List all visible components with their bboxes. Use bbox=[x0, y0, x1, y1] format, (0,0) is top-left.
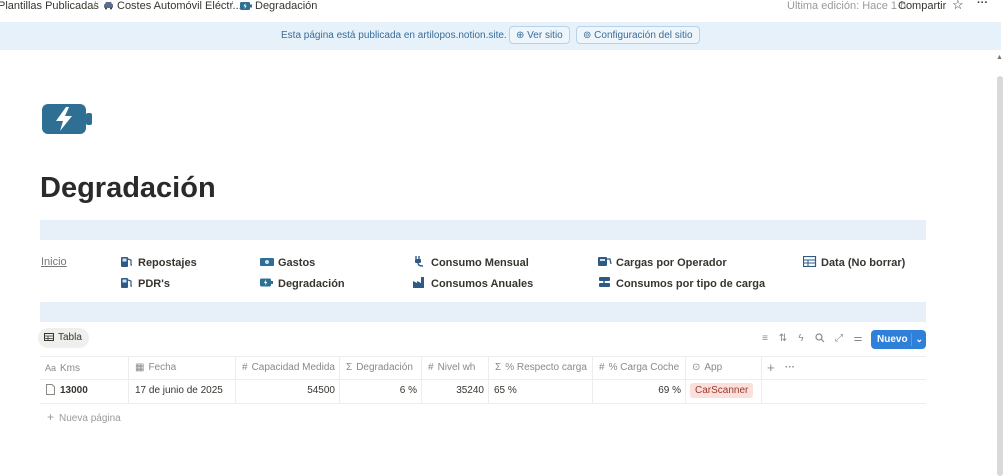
nav-link-inicio[interactable]: Inicio bbox=[41, 256, 67, 268]
globe-icon: ⊕ bbox=[516, 30, 525, 41]
expand-icon[interactable]: ⤢ bbox=[833, 333, 845, 345]
charger-icon bbox=[599, 277, 610, 287]
column-divider bbox=[761, 380, 762, 403]
column-divider bbox=[685, 357, 686, 379]
button-divider bbox=[911, 333, 912, 346]
callout-band-top bbox=[40, 220, 926, 240]
formula-type-icon: Σ bbox=[346, 362, 353, 373]
scroll-up-arrow[interactable]: ▲ bbox=[996, 54, 1003, 61]
breadcrumb-separator: / bbox=[93, 0, 97, 12]
column-divider bbox=[488, 380, 489, 403]
ellipsis-icon[interactable]: ··· bbox=[977, 0, 988, 10]
column-divider bbox=[128, 357, 129, 379]
column-header-carga[interactable]: #% Carga Coche bbox=[599, 357, 679, 379]
page-icon bbox=[46, 384, 55, 395]
column-divider bbox=[339, 357, 340, 379]
money-icon bbox=[260, 258, 274, 266]
plug-icon bbox=[415, 256, 424, 267]
settings-icon[interactable]: ⚌ bbox=[852, 333, 864, 345]
table-icon bbox=[803, 256, 817, 267]
chevron-down-icon[interactable]: ⌄ bbox=[915, 330, 923, 349]
cell-kms[interactable]: 13000 bbox=[46, 380, 88, 402]
nav-link-consumos-anuales[interactable]: Consumos Anuales bbox=[413, 277, 533, 290]
breadcrumb-separator: / bbox=[230, 0, 234, 12]
fuel-pump-icon bbox=[121, 278, 132, 288]
nav-link-pdrs[interactable]: PDR's bbox=[120, 277, 170, 290]
plus-icon: + bbox=[47, 410, 55, 424]
callout-band-bottom bbox=[40, 302, 926, 322]
star-icon[interactable]: ☆ bbox=[952, 0, 964, 11]
view-site-button[interactable]: ⊕ Ver sitio bbox=[509, 26, 570, 44]
calendar-icon: ▦ bbox=[135, 362, 145, 373]
published-banner: Esta página está publicada en artilopos.… bbox=[0, 22, 1001, 50]
column-options-icon[interactable]: ··· bbox=[785, 357, 795, 379]
column-header-respecto[interactable]: Σ% Respecto carga bbox=[495, 357, 587, 379]
breadcrumb-item-costes[interactable]: Costes Automóvil Eléctr... bbox=[103, 0, 242, 13]
table-icon bbox=[44, 333, 54, 341]
factory-icon bbox=[413, 277, 424, 288]
column-header-nivel[interactable]: # Nivel wh bbox=[428, 357, 475, 379]
automation-icon[interactable]: ϟ bbox=[795, 333, 807, 345]
nav-link-consumo-mensual[interactable]: Consumo Mensual bbox=[413, 256, 529, 269]
scrollbar[interactable]: ▲ bbox=[996, 54, 1003, 476]
nav-link-consumos-tipo-carga[interactable]: Consumos por tipo de carga bbox=[598, 277, 765, 290]
charging-station-icon bbox=[598, 257, 612, 266]
battery-charging-icon[interactable] bbox=[42, 104, 94, 134]
nav-link-cargas-operador[interactable]: Cargas por Operador bbox=[598, 256, 727, 269]
scrollbar-thumb[interactable] bbox=[997, 76, 1003, 476]
column-header-kms[interactable]: Aa Kms bbox=[45, 357, 80, 379]
fuel-pump-icon bbox=[121, 257, 132, 267]
new-page-button[interactable]: + Nueva página bbox=[47, 410, 121, 424]
nav-link-repostajes[interactable]: Repostajes bbox=[120, 256, 197, 269]
top-bar: Plantillas Publicadas / Costes Automóvil… bbox=[0, 0, 1005, 14]
cell-nivel[interactable]: 35240 bbox=[422, 380, 484, 402]
number-type-icon: # bbox=[599, 362, 605, 373]
car-icon bbox=[104, 2, 113, 10]
column-header-fecha[interactable]: ▦ Fecha bbox=[135, 357, 176, 379]
tab-tabla[interactable]: Tabla bbox=[38, 328, 89, 348]
column-divider bbox=[488, 357, 489, 379]
nav-link-gastos[interactable]: Gastos bbox=[260, 256, 315, 269]
cell-fecha[interactable]: 17 de junio de 2025 bbox=[135, 380, 223, 402]
banner-message: Esta página está publicada en artilopos.… bbox=[281, 30, 507, 41]
settings-icon: ⊚ bbox=[583, 30, 592, 41]
column-header-app[interactable]: ⊙ App bbox=[692, 357, 722, 379]
breadcrumb-item-plantillas[interactable]: Plantillas Publicadas bbox=[0, 0, 99, 13]
battery-icon bbox=[240, 2, 252, 10]
column-header-degradacion[interactable]: Σ Degradación bbox=[346, 357, 413, 379]
breadcrumb-item-degradacion[interactable]: Degradación bbox=[240, 0, 317, 13]
cell-degradacion[interactable]: 6 % bbox=[340, 380, 417, 402]
share-button[interactable]: Compartir bbox=[898, 0, 946, 13]
filter-icon[interactable]: ≡ bbox=[759, 333, 771, 345]
sort-icon[interactable]: ⇅ bbox=[777, 333, 789, 345]
formula-type-icon: Σ bbox=[495, 362, 502, 373]
app-tag: CarScanner bbox=[690, 383, 754, 398]
select-type-icon: ⊙ bbox=[692, 362, 701, 373]
column-header-capacidad[interactable]: # Capacidad Medida bbox=[242, 357, 335, 379]
nav-link-data[interactable]: Data (No borrar) bbox=[803, 256, 905, 269]
new-button[interactable]: Nuevo ⌄ bbox=[871, 330, 926, 349]
column-divider bbox=[761, 357, 762, 379]
column-divider bbox=[235, 357, 236, 379]
table-header-row: Aa Kms ▦ Fecha # Capacidad Medida Σ Degradac… bbox=[40, 356, 926, 380]
cell-carga[interactable]: 69 % bbox=[593, 380, 681, 402]
search-icon[interactable] bbox=[814, 333, 826, 345]
nav-link-degradacion[interactable]: Degradación bbox=[260, 277, 345, 290]
last-edited-label: Última edición: Hace 1 h bbox=[787, 0, 907, 12]
number-type-icon: # bbox=[428, 362, 434, 373]
cell-app[interactable]: CarScanner bbox=[690, 380, 754, 402]
battery-icon bbox=[260, 278, 273, 287]
column-divider bbox=[421, 357, 422, 379]
cell-capacidad[interactable]: 54500 bbox=[236, 380, 335, 402]
site-settings-button[interactable]: ⊚ Configuración del sitio bbox=[576, 26, 700, 44]
cell-respecto[interactable]: 65 % bbox=[494, 380, 517, 402]
add-column-icon[interactable]: + bbox=[767, 357, 775, 379]
table-row[interactable]: 13000 17 de junio de 2025 54500 6 % 3524… bbox=[40, 380, 926, 404]
number-type-icon: # bbox=[242, 362, 248, 373]
column-divider bbox=[592, 357, 593, 379]
page-title: Degradación bbox=[40, 172, 216, 204]
column-divider bbox=[128, 380, 129, 403]
column-divider bbox=[685, 380, 686, 403]
text-type-icon: Aa bbox=[45, 363, 57, 373]
